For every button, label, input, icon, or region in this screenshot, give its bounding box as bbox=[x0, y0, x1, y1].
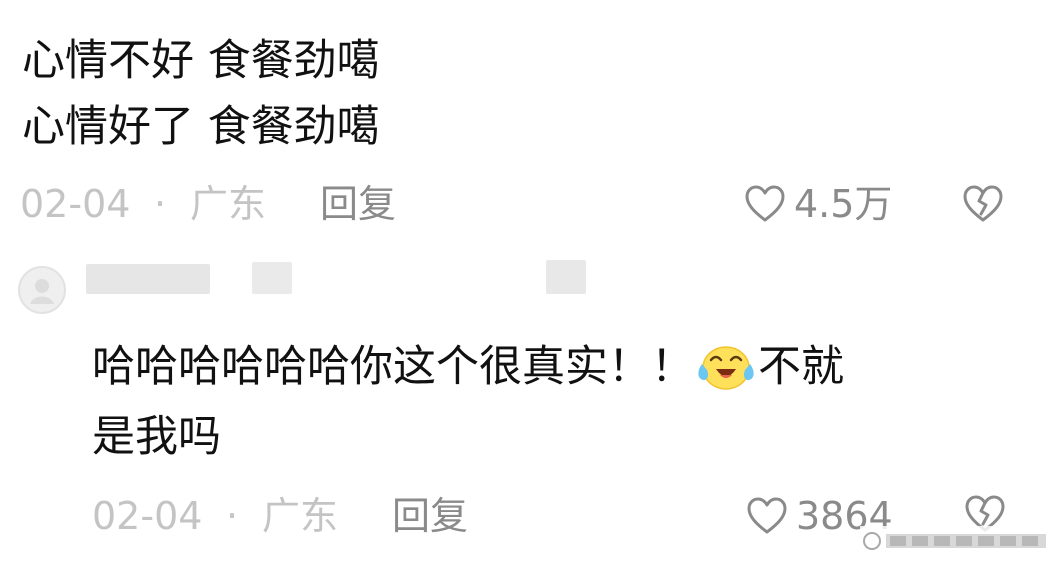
comment-location: 广东 bbox=[190, 182, 267, 226]
comment-1: 心情不好 食餐劲噶 心情好了 食餐劲噶 02-04 · 广东 回复 4.5万 bbox=[0, 0, 1056, 240]
comment-text-line-2: 心情好了 食餐劲噶 bbox=[22, 102, 380, 152]
meta-separator: · bbox=[154, 182, 167, 226]
laughing-crying-emoji bbox=[694, 342, 758, 392]
username-obscured[interactable] bbox=[86, 264, 210, 294]
comment-date: 02-04 bbox=[92, 494, 203, 538]
comment-text-line-1: 心情不好 食餐劲噶 bbox=[22, 36, 380, 86]
comment-date: 02-04 bbox=[20, 182, 131, 226]
reply-text-line-1: 哈哈哈哈哈哈你这个很真实！！ 不就 bbox=[92, 342, 844, 392]
reply-button[interactable]: 回复 bbox=[320, 182, 396, 226]
heart-outline-icon[interactable] bbox=[746, 496, 788, 536]
reply-text-part-2: 不就 bbox=[758, 342, 844, 392]
comment-location: 广东 bbox=[262, 494, 339, 538]
avatar[interactable] bbox=[18, 266, 66, 314]
reply-text-line-2: 是我吗 bbox=[92, 412, 221, 462]
comment-2: 哈哈哈哈哈哈你这个很真实！！ 不就 是我吗 02-04 · 广东 回复 3864 bbox=[0, 240, 1056, 572]
like-count: 4.5万 bbox=[794, 182, 893, 226]
meta-separator: · bbox=[226, 494, 239, 538]
obscured-badge bbox=[252, 262, 292, 294]
broken-heart-icon[interactable] bbox=[962, 184, 1004, 224]
reply-button[interactable]: 回复 bbox=[392, 494, 468, 538]
heart-outline-icon[interactable] bbox=[744, 184, 786, 224]
obscured-badge-2 bbox=[546, 260, 586, 294]
reply-text-part-1: 哈哈哈哈哈哈你这个很真实！！ bbox=[92, 342, 694, 392]
watermark-overlay bbox=[860, 526, 1056, 556]
